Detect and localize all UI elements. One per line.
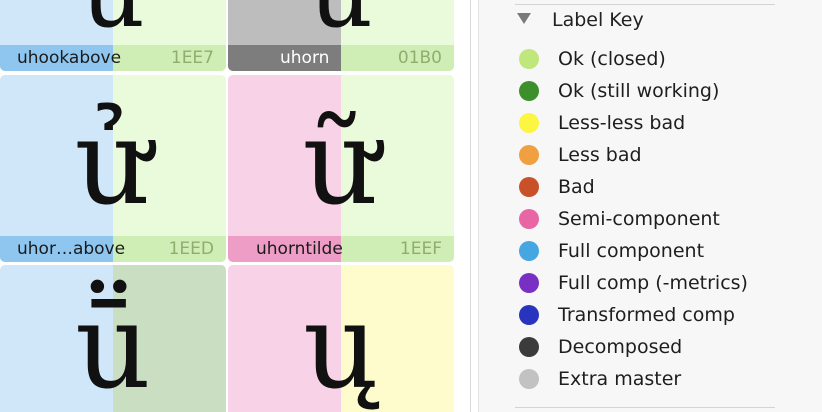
glyph-cell[interactable]: ṻ [0,265,226,412]
glyph-grid: u uhookabove 1EE7 u uhorn 01B0 ử uhor…above 1EED… [0,0,470,412]
label-key-item-label: Transformed comp [558,304,735,326]
glyph-preview: ử [75,93,151,231]
glyph-cell[interactable]: ử uhor…above 1EED [0,75,226,262]
label-key-title[interactable]: Label Key [552,7,644,33]
glyph-name: uhorntilde [256,239,343,259]
label-key-item-label: Full component [558,240,705,262]
color-dot-icon [519,209,539,229]
glyph-label-bar: uhorn 01B0 [228,45,454,71]
color-dot-icon [519,81,539,101]
glyph-label-bar: uhor…above 1EED [0,236,226,262]
glyph-preview: u [0,0,226,42]
color-dot-icon [519,337,539,357]
disclosure-triangle-icon[interactable] [517,13,531,24]
glyph-cell[interactable]: u uhorn 01B0 [228,0,454,71]
color-dot-icon [519,145,539,165]
color-dot-icon [519,273,539,293]
glyph-name: uhorn [280,48,330,68]
glyph-cell[interactable]: u uhookabove 1EE7 [0,0,226,71]
color-dot-icon [519,305,539,325]
label-key-item-label: Full comp (-metrics) [558,272,748,294]
panel-divider[interactable] [470,0,471,412]
panel-bottom-divider [515,407,775,408]
glyph-unicode: 1EEF [399,239,442,259]
label-key-item-label: Semi-component [558,208,720,230]
glyph-preview: ṻ [75,277,151,412]
glyph-preview: ữ [303,93,379,231]
color-dot-icon [519,241,539,261]
glyph-label-bar: uhorntilde 1EEF [228,236,454,262]
label-key-item-label: Bad [558,176,595,198]
glyph-label-bar: uhookabove 1EE7 [0,45,226,71]
glyph-cell[interactable]: ữ uhorntilde 1EEF [228,75,454,262]
glyph-name: uhor…above [17,239,126,259]
glyph-unicode: 1EE7 [170,48,214,68]
glyph-preview: u [228,0,454,42]
color-dot-icon [519,49,539,69]
panel-top-divider [515,4,775,5]
label-key-item-label: Less bad [558,144,642,166]
label-key-panel: Label Key Ok (closed) Ok (still working) L… [479,0,822,412]
glyph-unicode: 01B0 [397,48,442,68]
label-key-item-label: Ok (still working) [558,80,720,102]
color-dot-icon [519,369,539,389]
label-key-item-label: Ok (closed) [558,48,666,70]
color-dot-icon [519,113,539,133]
glyph-preview: ų [303,277,379,412]
color-dot-icon [519,177,539,197]
glyph-unicode: 1EED [168,239,214,259]
glyph-cell[interactable]: ų [228,265,454,412]
glyph-name: uhookabove [17,48,122,68]
label-key-item-label: Less-less bad [558,112,686,134]
label-key-item-label: Extra master [558,368,682,390]
label-key-item-label: Decomposed [558,336,683,358]
